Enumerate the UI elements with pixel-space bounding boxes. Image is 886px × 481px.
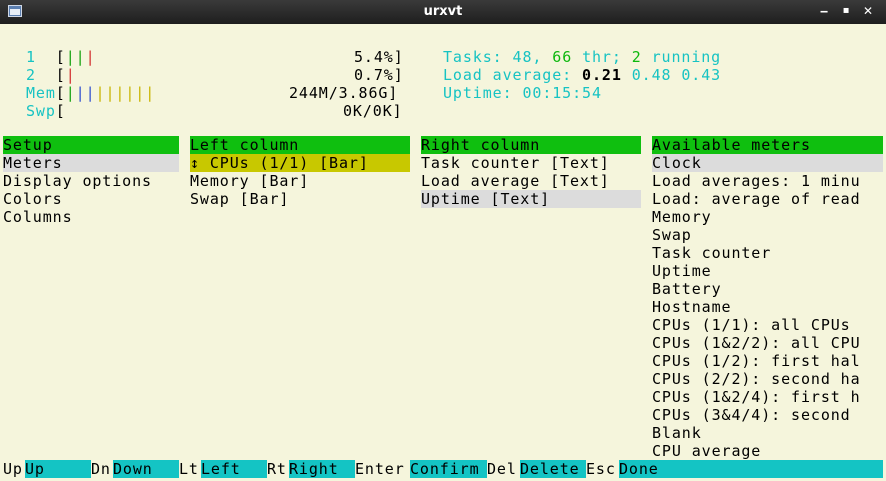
memory-meter: Mem[||||||||| [26, 84, 156, 102]
footer-right-button[interactable]: Right [289, 460, 355, 478]
cpu1-value: 5.4%] [354, 48, 404, 66]
footer-up-button[interactable]: Up [25, 460, 91, 478]
terminal-content[interactable]: 1 [||| 5.4%] 2 [| 0.7%] Mem[||||||||| 24… [0, 24, 886, 481]
footer-key-right: Rt [267, 460, 287, 478]
right-column-header: Right column [421, 136, 641, 154]
available-item[interactable]: Battery [652, 280, 722, 298]
cpu2-meter: 2 [| [26, 66, 76, 84]
footer-key-down: Dn [91, 460, 111, 478]
setup-item-colors[interactable]: Colors [3, 190, 63, 208]
footer-down-button[interactable]: Down [113, 460, 179, 478]
left-item-cpus[interactable]: ↕ CPUs (1/1) [Bar] [190, 154, 410, 172]
available-item[interactable]: Uptime [652, 262, 712, 280]
left-item-memory[interactable]: Memory [Bar] [190, 172, 309, 190]
available-item[interactable]: Task counter [652, 244, 771, 262]
left-column-header: Left column [190, 136, 410, 154]
close-icon[interactable]: ✕ [860, 3, 876, 19]
available-item[interactable]: CPUs (1/2): first hal [652, 352, 861, 370]
available-item[interactable]: CPUs (1&2/2): all CPU [652, 334, 861, 352]
available-item[interactable]: CPUs (1/1): all CPUs [652, 316, 851, 334]
available-item[interactable]: CPUs (2/2): second ha [652, 370, 861, 388]
footer-key-escape: Esc [586, 460, 616, 478]
tasks-meter: Tasks: 48, 66 thr; 2 running [443, 48, 722, 66]
title-bar[interactable]: urxvt ‒ ▪ ✕ [0, 0, 886, 24]
footer-delete-button[interactable]: Delete [520, 460, 586, 478]
swap-meter: Swp[ [26, 102, 66, 120]
setup-item-meters[interactable]: Meters [3, 154, 179, 172]
setup-item-display-options[interactable]: Display options [3, 172, 152, 190]
cpu2-value: 0.7%] [354, 66, 404, 84]
right-item-uptime[interactable]: Uptime [Text] [421, 190, 641, 208]
available-item[interactable]: CPU average [652, 442, 761, 460]
cpu1-meter: 1 [||| [26, 48, 96, 66]
available-item[interactable]: CPUs (3&4/4): second [652, 406, 851, 424]
footer-key-left: Lt [179, 460, 199, 478]
footer-key-up: Up [3, 460, 23, 478]
setup-item-columns[interactable]: Columns [3, 208, 73, 226]
footer-confirm-button[interactable]: Confirm [410, 460, 487, 478]
available-item[interactable]: Load averages: 1 minu [652, 172, 861, 190]
maximize-icon[interactable]: ▪ [838, 3, 854, 19]
available-item[interactable]: Blank [652, 424, 702, 442]
available-item[interactable]: Swap [652, 226, 692, 244]
available-item[interactable]: CPUs (1&2/4): first h [652, 388, 861, 406]
right-item-task-counter[interactable]: Task counter [Text] [421, 154, 610, 172]
available-meters-header: Available meters [652, 136, 883, 154]
footer-left-button[interactable]: Left [201, 460, 267, 478]
available-item[interactable]: Clock [652, 154, 883, 172]
footer-done-button[interactable]: Done [619, 460, 883, 478]
available-item[interactable]: Hostname [652, 298, 731, 316]
uptime-meter: Uptime: 00:15:54 [443, 84, 602, 102]
terminal-window: urxvt ‒ ▪ ✕ 1 [||| 5.4%] 2 [| 0.7%] Mem[… [0, 0, 886, 481]
load-average-meter: Load average: 0.21 0.48 0.43 [443, 66, 722, 84]
right-item-load-average[interactable]: Load average [Text] [421, 172, 610, 190]
minimize-icon[interactable]: ‒ [816, 3, 832, 19]
footer-key-enter: Enter [355, 460, 405, 478]
left-item-swap[interactable]: Swap [Bar] [190, 190, 289, 208]
available-item[interactable]: Memory [652, 208, 712, 226]
available-item[interactable]: Load: average of read [652, 190, 861, 208]
footer-key-delete: Del [487, 460, 517, 478]
setup-header: Setup [3, 136, 179, 154]
memory-value: 244M/3.86G] [289, 84, 399, 102]
window-title: urxvt [423, 4, 463, 19]
swap-value: 0K/0K] [343, 102, 403, 120]
